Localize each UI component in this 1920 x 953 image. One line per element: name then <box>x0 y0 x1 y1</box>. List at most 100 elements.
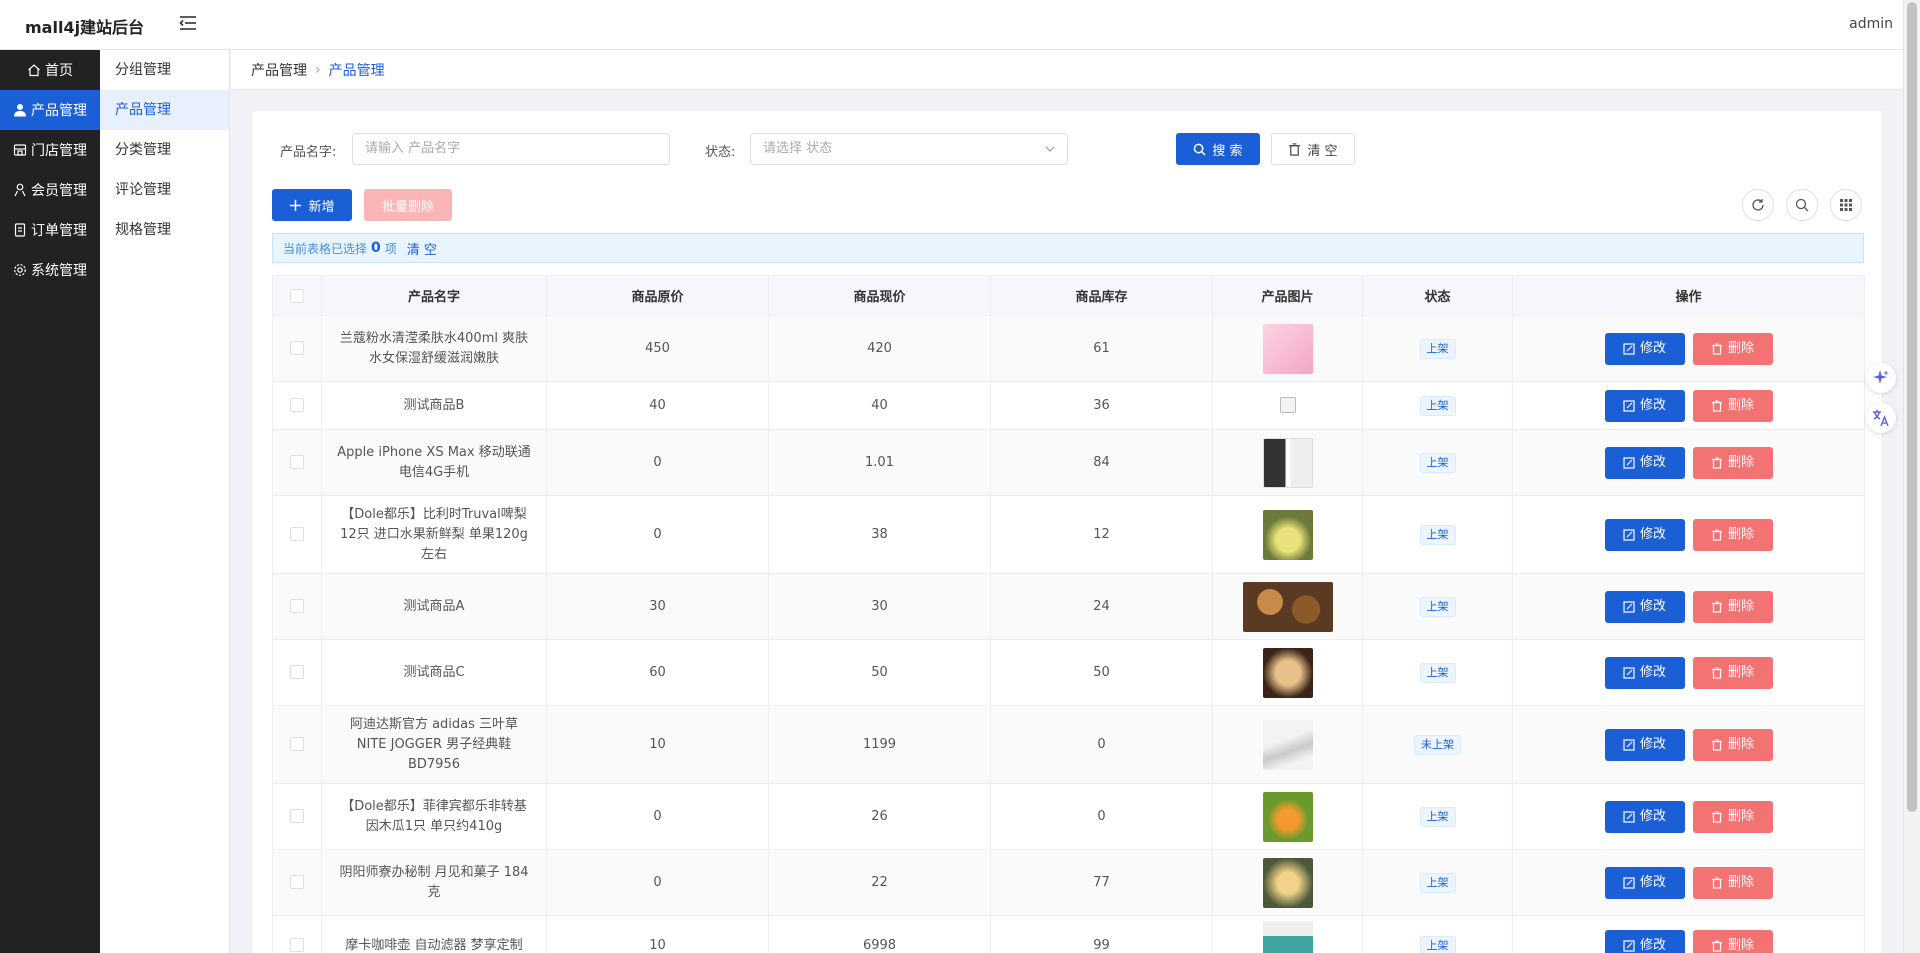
cell-current-price: 420 <box>768 315 991 382</box>
search-button[interactable]: 搜 索 <box>1176 133 1260 165</box>
sidebar-item[interactable]: 门店管理 <box>0 130 100 170</box>
row-select-cell[interactable] <box>272 783 322 850</box>
refresh-button[interactable] <box>1742 189 1774 221</box>
row-select-cell[interactable] <box>272 381 322 430</box>
sidebar-item[interactable]: 产品管理 <box>0 90 100 130</box>
product-thumbnail[interactable] <box>1279 397 1296 413</box>
row-checkbox[interactable] <box>290 527 304 541</box>
edit-button[interactable]: 修改 <box>1604 929 1685 953</box>
menu-collapse-icon[interactable] <box>178 13 198 33</box>
product-thumbnail[interactable] <box>1262 857 1313 908</box>
product-thumbnail[interactable] <box>1262 437 1313 488</box>
row-checkbox[interactable] <box>290 737 304 751</box>
product-thumbnail[interactable] <box>1262 719 1313 770</box>
selection-clear-link[interactable]: 清 空 <box>407 239 437 258</box>
delete-button[interactable]: 删除 <box>1692 446 1773 479</box>
edit-button[interactable]: 修改 <box>1604 389 1685 422</box>
edit-button[interactable]: 修改 <box>1604 332 1685 365</box>
row-select-cell[interactable] <box>272 315 322 382</box>
home-icon <box>27 63 45 77</box>
delete-button[interactable]: 删除 <box>1692 656 1773 689</box>
subnav-item[interactable]: 评论管理 <box>100 170 229 210</box>
product-thumbnail[interactable] <box>1262 647 1313 698</box>
breadcrumb-parent[interactable]: 产品管理 <box>251 60 307 80</box>
delete-button[interactable]: 删除 <box>1692 728 1773 761</box>
row-select-cell[interactable] <box>272 915 322 953</box>
sidebar: 首页 产品管理 门店管理会员管理订单管理 系统管理 <box>0 50 100 953</box>
delete-button[interactable]: 删除 <box>1692 389 1773 422</box>
sidebar-item-label: 会员管理 <box>31 183 87 199</box>
edit-button[interactable]: 修改 <box>1604 518 1685 551</box>
row-checkbox[interactable] <box>290 398 304 412</box>
cell-actions: 修改 删除 <box>1512 495 1865 574</box>
status-select[interactable]: 请选择 状态 <box>750 133 1068 165</box>
delete-label: 删除 <box>1727 397 1754 413</box>
toggle-search-button[interactable] <box>1786 189 1818 221</box>
row-checkbox[interactable] <box>290 455 304 469</box>
sidebar-item[interactable]: 订单管理 <box>0 210 100 250</box>
user-menu[interactable]: admin <box>1849 16 1893 32</box>
row-checkbox[interactable] <box>290 665 304 679</box>
product-thumbnail[interactable] <box>1242 581 1333 632</box>
row-select-cell[interactable] <box>272 705 322 784</box>
row-select-cell[interactable] <box>272 495 322 574</box>
cell-actions: 修改 删除 <box>1512 705 1865 784</box>
row-checkbox[interactable] <box>290 599 304 613</box>
product-thumbnail[interactable] <box>1262 920 1313 953</box>
cell-status: 上架 <box>1362 381 1513 430</box>
product-thumbnail[interactable] <box>1262 323 1313 374</box>
row-checkbox[interactable] <box>290 341 304 355</box>
sidebar-item[interactable]: 会员管理 <box>0 170 100 210</box>
cell-image <box>1212 573 1363 640</box>
edit-label: 修改 <box>1639 664 1666 680</box>
breadcrumb: 产品管理 › 产品管理 <box>231 50 1903 90</box>
edit-button[interactable]: 修改 <box>1604 446 1685 479</box>
row-select-cell[interactable] <box>272 849 322 916</box>
add-button[interactable]: 新增 <box>272 189 352 221</box>
cell-current-price: 38 <box>768 495 991 574</box>
edit-button[interactable]: 修改 <box>1604 866 1685 899</box>
table-row: 测试商品A 30 30 24 上架 修改 删除 <box>272 573 1865 640</box>
cell-current-price: 50 <box>768 639 991 706</box>
subnav-item[interactable]: 分组管理 <box>100 50 229 90</box>
edit-button[interactable]: 修改 <box>1604 590 1685 623</box>
delete-button[interactable]: 删除 <box>1692 518 1773 551</box>
product-thumbnail[interactable] <box>1262 791 1313 842</box>
edit-button[interactable]: 修改 <box>1604 728 1685 761</box>
subnav-item[interactable]: 规格管理 <box>100 210 229 250</box>
delete-button[interactable]: 删除 <box>1692 332 1773 365</box>
row-select-cell[interactable] <box>272 429 322 496</box>
delete-button[interactable]: 删除 <box>1692 866 1773 899</box>
row-checkbox[interactable] <box>290 809 304 823</box>
edit-button[interactable]: 修改 <box>1604 656 1685 689</box>
clear-button[interactable]: 清 空 <box>1271 133 1355 165</box>
product-thumbnail[interactable] <box>1262 509 1313 560</box>
cell-product-name: 测试商品C <box>321 639 547 706</box>
sidebar-item[interactable]: 首页 <box>0 50 100 90</box>
page-scrollbar[interactable] <box>1903 0 1920 953</box>
edit-button[interactable]: 修改 <box>1604 800 1685 833</box>
product-name-input[interactable]: 请输入 产品名字 <box>352 133 670 165</box>
delete-button[interactable]: 删除 <box>1692 800 1773 833</box>
translate-icon[interactable] <box>1866 403 1896 433</box>
subnav-item[interactable]: 产品管理 <box>100 90 229 130</box>
row-checkbox[interactable] <box>290 938 304 952</box>
sidebar-item[interactable]: 系统管理 <box>0 250 100 290</box>
edit-label: 修改 <box>1639 598 1666 614</box>
row-checkbox[interactable] <box>290 875 304 889</box>
subnav-item[interactable]: 分类管理 <box>100 130 229 170</box>
scrollbar-thumb[interactable] <box>1907 2 1917 812</box>
select-all-checkbox[interactable] <box>290 288 304 303</box>
cell-stock: 99 <box>990 915 1213 953</box>
delete-button[interactable]: 删除 <box>1692 929 1773 953</box>
delete-button[interactable]: 删除 <box>1692 590 1773 623</box>
columns-button[interactable] <box>1830 189 1862 221</box>
sparkle-icon[interactable] <box>1866 363 1896 393</box>
col-header: 商品库存 <box>990 275 1213 316</box>
refresh-icon <box>1752 199 1764 211</box>
select-all-cell[interactable] <box>272 275 322 316</box>
row-select-cell[interactable] <box>272 639 322 706</box>
batch-delete-button[interactable]: 批量删除 <box>364 189 452 221</box>
cell-stock: 84 <box>990 429 1213 496</box>
row-select-cell[interactable] <box>272 573 322 640</box>
